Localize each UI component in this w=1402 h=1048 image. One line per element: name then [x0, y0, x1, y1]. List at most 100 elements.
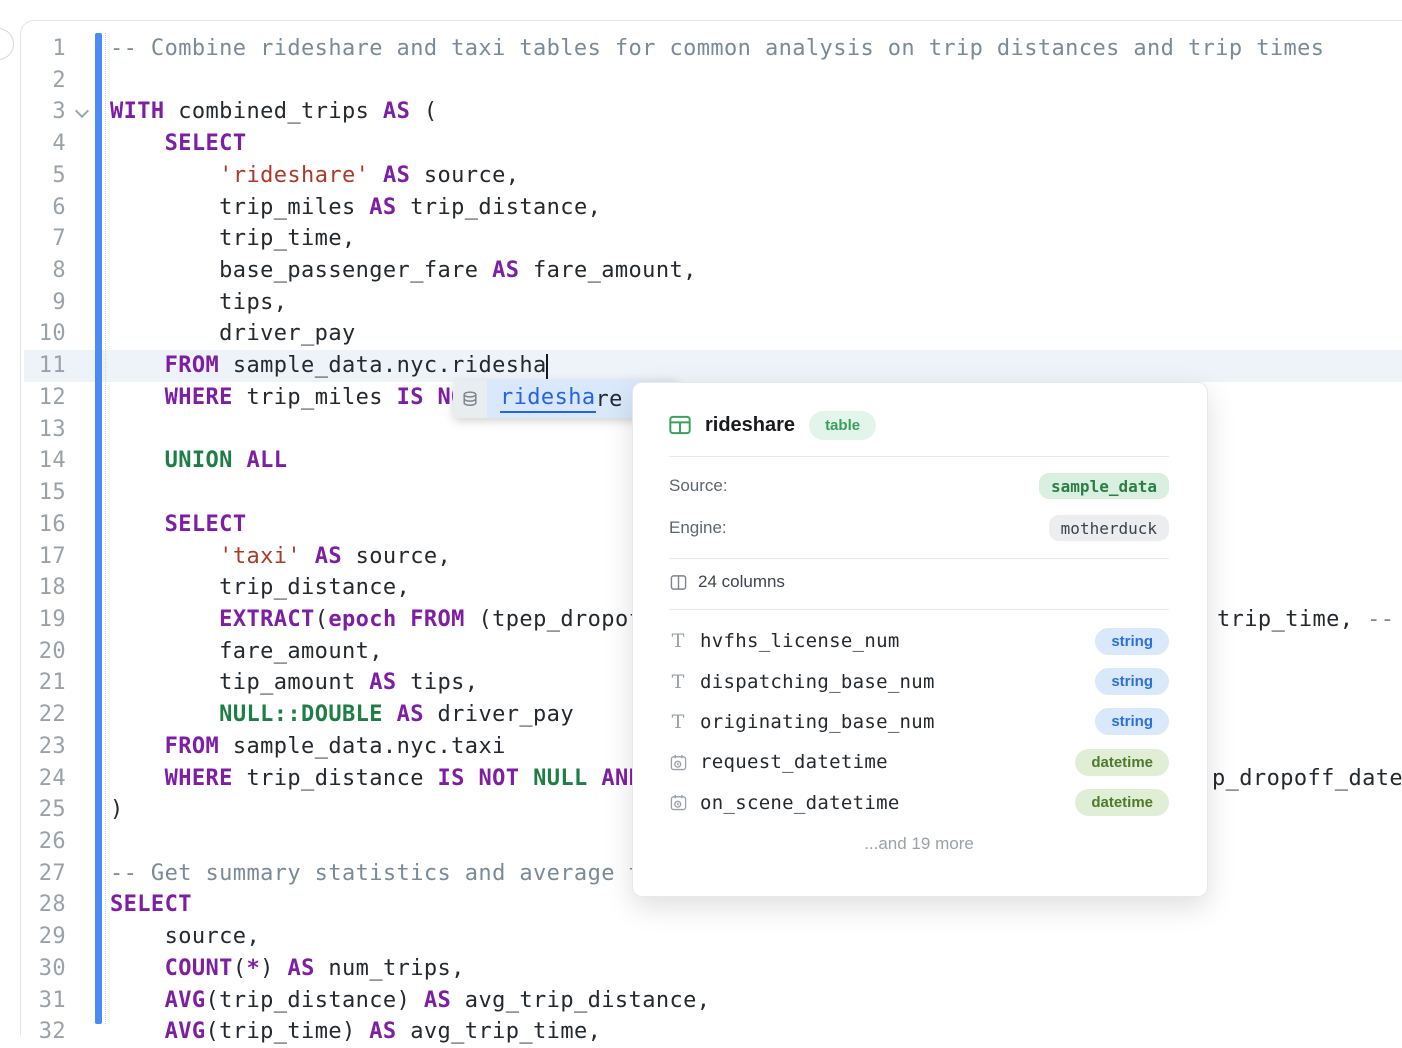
- line-number[interactable]: 9: [24, 287, 66, 319]
- code-line[interactable]: 32 AVG(trip_time) AS avg_trip_time,: [24, 1016, 1402, 1048]
- line-number[interactable]: 23: [24, 731, 66, 763]
- divider: [669, 558, 1169, 559]
- line-number[interactable]: 20: [24, 636, 66, 668]
- code-line[interactable]: 5 'rideshare' AS source,: [24, 160, 1402, 192]
- column-type-badge: string: [1095, 708, 1169, 735]
- code-token: trip_miles: [233, 385, 397, 410]
- line-number[interactable]: 31: [24, 985, 66, 1017]
- code-token: trip_distance,: [397, 195, 602, 220]
- code-token: [110, 131, 165, 156]
- line-number[interactable]: 5: [24, 160, 66, 192]
- code-token: [110, 607, 219, 632]
- code-line[interactable]: 3WITH combined_trips AS (: [24, 96, 1402, 128]
- line-number[interactable]: 28: [24, 889, 66, 921]
- code-token: [519, 766, 533, 791]
- code-token: [110, 988, 165, 1013]
- text-type-icon: T: [669, 711, 687, 733]
- line-number[interactable]: 17: [24, 541, 66, 573]
- code-token: (: [233, 956, 247, 981]
- line-number[interactable]: 2: [24, 65, 66, 97]
- indent-guide: [105, 33, 106, 1024]
- line-number[interactable]: 11: [24, 350, 66, 382]
- line-number[interactable]: 29: [24, 921, 66, 953]
- line-number[interactable]: 6: [24, 192, 66, 224]
- code-token: 'rideshare': [219, 163, 369, 188]
- line-number[interactable]: 4: [24, 128, 66, 160]
- collapse-handle[interactable]: [0, 28, 14, 60]
- card-header: rideshare table: [669, 405, 876, 445]
- line-number[interactable]: 15: [24, 477, 66, 509]
- code-line[interactable]: 2: [24, 65, 1402, 97]
- line-number[interactable]: 22: [24, 699, 66, 731]
- line-number[interactable]: 3: [24, 96, 66, 128]
- column-row: Tdispatching_base_numstring: [669, 661, 1169, 701]
- code-token: trip_distance,: [110, 575, 410, 600]
- more-columns-label: ...and 19 more: [669, 831, 1169, 857]
- autocomplete-rest-text: re: [596, 387, 623, 412]
- code-token: fare_amount,: [110, 639, 383, 664]
- line-number[interactable]: 8: [24, 255, 66, 287]
- code-token: [110, 448, 165, 473]
- line-number[interactable]: 32: [24, 1016, 66, 1048]
- code-token: tips,: [110, 290, 287, 315]
- code-line[interactable]: 11 FROM sample_data.nyc.ridesha: [24, 350, 1402, 382]
- line-number[interactable]: 14: [24, 445, 66, 477]
- code-token: [110, 385, 165, 410]
- code-token: [110, 766, 165, 791]
- code-token: combined_trips: [165, 99, 383, 124]
- line-number[interactable]: 25: [24, 794, 66, 826]
- line-number[interactable]: 12: [24, 382, 66, 414]
- code-line[interactable]: 8 base_passenger_fare AS fare_amount,: [24, 255, 1402, 287]
- line-number[interactable]: 21: [24, 667, 66, 699]
- code-token: [301, 544, 315, 569]
- line-number[interactable]: 7: [24, 223, 66, 255]
- line-number[interactable]: 26: [24, 826, 66, 858]
- code-token: (trip_distance): [206, 988, 424, 1013]
- code-line[interactable]: 10 driver_pay: [24, 318, 1402, 350]
- line-number[interactable]: 16: [24, 509, 66, 541]
- line-number[interactable]: 10: [24, 318, 66, 350]
- line-number[interactable]: 27: [24, 858, 66, 890]
- code-token: [383, 702, 397, 727]
- code-line[interactable]: 29 source,: [24, 921, 1402, 953]
- code-token: tip_amount: [110, 670, 369, 695]
- columns-count-label: 24 columns: [698, 572, 785, 592]
- code-token: [424, 385, 438, 410]
- line-number[interactable]: 30: [24, 953, 66, 985]
- text-type-icon: T: [669, 671, 687, 693]
- code-token: AS: [315, 544, 342, 569]
- code-token: [110, 353, 165, 378]
- code-token: trip_distance: [233, 766, 438, 791]
- code-token: WITH: [110, 99, 165, 124]
- engine-value-badge: motherduck: [1049, 515, 1169, 541]
- code-token: WHERE: [165, 766, 233, 791]
- line-number[interactable]: 18: [24, 572, 66, 604]
- fold-chevron-icon[interactable]: [75, 104, 89, 118]
- code-line[interactable]: 30 COUNT(*) AS num_trips,: [24, 953, 1402, 985]
- line-number[interactable]: 13: [24, 414, 66, 446]
- column-type-badge: string: [1095, 668, 1169, 695]
- code-line[interactable]: 6 trip_miles AS trip_distance,: [24, 192, 1402, 224]
- columns-count-row: 24 columns: [669, 568, 785, 596]
- code-token: [110, 956, 165, 981]
- columns-list: Thvfhs_license_numstringTdispatching_bas…: [669, 621, 1169, 823]
- code-token: ): [110, 797, 124, 822]
- code-line[interactable]: 9 tips,: [24, 287, 1402, 319]
- code-token: AS: [383, 99, 410, 124]
- column-row: on_scene_datetimedatetime: [669, 783, 1169, 823]
- code-token: base_passenger_fare: [110, 258, 492, 283]
- source-value-badge: sample_data: [1039, 473, 1169, 499]
- code-token: NULL: [533, 766, 588, 791]
- card-title: rideshare: [705, 414, 795, 437]
- code-line[interactable]: 4 SELECT: [24, 128, 1402, 160]
- line-number[interactable]: 1: [24, 33, 66, 65]
- line-number[interactable]: 24: [24, 763, 66, 795]
- code-line[interactable]: 1-- Combine rideshare and taxi tables fo…: [24, 33, 1402, 65]
- datetime-type-icon: [669, 754, 687, 771]
- line-number[interactable]: 19: [24, 604, 66, 636]
- code-line[interactable]: 31 AVG(trip_distance) AS avg_trip_distan…: [24, 985, 1402, 1017]
- code-token: trip_miles: [110, 195, 369, 220]
- code-token: [465, 766, 479, 791]
- text-type-icon: T: [669, 630, 687, 652]
- code-line[interactable]: 7 trip_time,: [24, 223, 1402, 255]
